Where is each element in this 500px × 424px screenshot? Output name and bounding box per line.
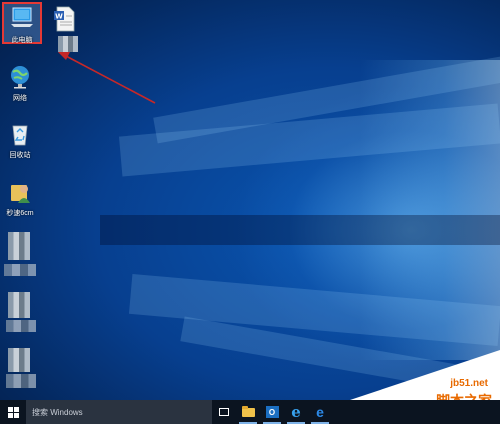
outlook-button[interactable]: O	[260, 400, 284, 424]
ie-icon: e	[291, 402, 301, 421]
edge-icon: e	[316, 404, 324, 420]
search-box[interactable]: 搜索 Windows	[26, 400, 212, 424]
task-view-icon	[219, 408, 229, 416]
taskbar: 搜索 Windows O e e	[0, 400, 500, 424]
watermark-name: 脚本之家	[436, 391, 492, 400]
file-explorer-button[interactable]	[236, 400, 260, 424]
watermark-url: jb51.net	[450, 378, 488, 389]
edge-button[interactable]: e	[308, 400, 332, 424]
internet-explorer-button[interactable]: e	[284, 400, 308, 424]
outlook-icon: O	[265, 406, 279, 418]
search-placeholder: 搜索 Windows	[32, 407, 83, 417]
windows-logo-icon	[7, 406, 19, 418]
annotation-arrow	[58, 52, 156, 104]
start-button[interactable]	[0, 400, 26, 424]
task-view-button[interactable]	[212, 400, 236, 424]
folder-icon	[241, 405, 255, 417]
desktop-background: 此电脑 W 网络 回收站 秒速6cm jb51.net	[0, 0, 500, 400]
